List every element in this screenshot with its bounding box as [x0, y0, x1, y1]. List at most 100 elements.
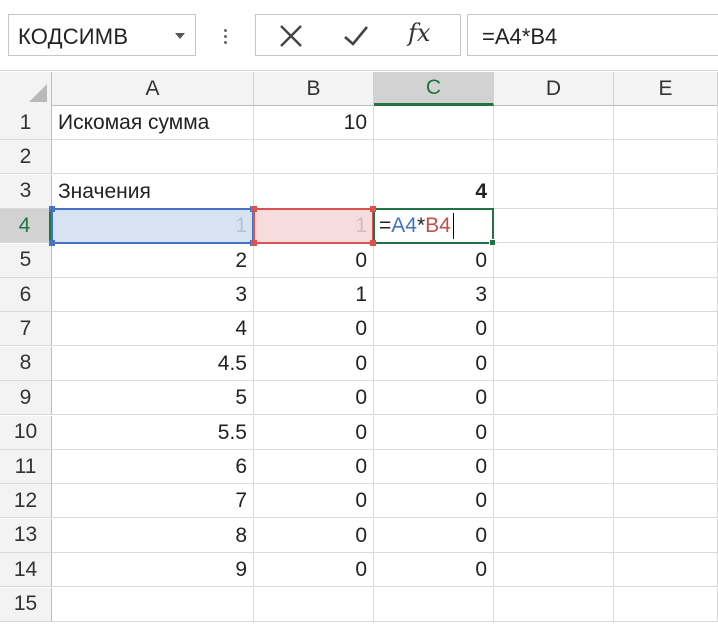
cell-e12[interactable] — [614, 484, 718, 519]
cell-e3[interactable] — [614, 174, 718, 209]
column-header-a[interactable]: A — [52, 72, 254, 106]
resize-handle[interactable] — [49, 239, 55, 246]
cell-a12[interactable]: 7 — [52, 484, 254, 519]
cell-d7[interactable] — [494, 312, 614, 347]
more-options-icon[interactable] — [219, 17, 233, 55]
cell-c11[interactable]: 0 — [374, 450, 494, 484]
cell-e15[interactable] — [614, 587, 718, 622]
cell-d11[interactable] — [494, 450, 614, 484]
cell-d9[interactable] — [494, 381, 614, 416]
row-header-2[interactable]: 2 — [0, 140, 52, 175]
fill-handle[interactable] — [489, 238, 496, 246]
column-header-e[interactable]: E — [614, 72, 718, 106]
row-header-3[interactable]: 3 — [0, 174, 52, 209]
cell-edit-formula[interactable]: =A4*B4 — [379, 214, 451, 238]
cell-c9[interactable]: 0 — [374, 381, 494, 416]
resize-handle[interactable] — [251, 239, 257, 246]
column-header-c[interactable]: C — [374, 72, 494, 106]
row-header-5[interactable]: 5 — [0, 243, 52, 278]
cell-d15[interactable] — [494, 587, 614, 622]
cell-c6[interactable]: 3 — [374, 278, 494, 312]
row-header-6[interactable]: 6 — [0, 278, 52, 312]
cell-b7[interactable]: 0 — [254, 312, 374, 347]
cell-b3[interactable] — [254, 174, 374, 209]
cell-d6[interactable] — [494, 278, 614, 312]
cell-b15[interactable] — [254, 587, 374, 622]
cell-e14[interactable] — [614, 553, 718, 588]
cell-d4[interactable] — [494, 209, 614, 244]
cell-a14[interactable]: 9 — [52, 553, 254, 588]
cell-a8[interactable]: 4.5 — [52, 346, 254, 381]
row-header-9[interactable]: 9 — [0, 381, 52, 416]
cell-e13[interactable] — [614, 518, 718, 553]
name-box[interactable]: КОДСИМВ — [8, 14, 196, 56]
cell-c5[interactable]: 0 — [374, 243, 494, 278]
cell-b11[interactable]: 0 — [254, 450, 374, 484]
cell-c3[interactable]: 4 — [374, 174, 494, 209]
cell-c10[interactable]: 0 — [374, 415, 494, 450]
cell-d10[interactable] — [494, 415, 614, 450]
cell-b4[interactable]: 1 — [254, 209, 374, 244]
cell-d8[interactable] — [494, 346, 614, 381]
cell-b14[interactable]: 0 — [254, 553, 374, 588]
cell-a4[interactable]: 1 — [52, 209, 254, 244]
cell-e7[interactable] — [614, 312, 718, 347]
column-header-b[interactable]: B — [254, 72, 374, 106]
resize-handle[interactable] — [251, 206, 257, 213]
cell-c2[interactable] — [374, 140, 494, 175]
row-header-10[interactable]: 10 — [0, 415, 52, 450]
cell-c14[interactable]: 0 — [374, 553, 494, 588]
row-header-7[interactable]: 7 — [0, 312, 52, 347]
cell-d3[interactable] — [494, 174, 614, 209]
cell-b13[interactable]: 0 — [254, 518, 374, 553]
row-header-4[interactable]: 4 — [0, 209, 52, 244]
enter-button[interactable] — [324, 15, 384, 55]
row-header-14[interactable]: 14 — [0, 553, 52, 588]
cancel-button[interactable] — [260, 15, 320, 55]
cell-a2[interactable] — [52, 140, 254, 175]
cell-a13[interactable]: 8 — [52, 518, 254, 553]
row-header-1[interactable]: 1 — [0, 106, 52, 140]
cell-a5[interactable]: 2 — [52, 243, 254, 278]
select-all-button[interactable] — [0, 72, 52, 106]
cell-c15[interactable] — [374, 587, 494, 622]
cell-d1[interactable] — [494, 106, 614, 140]
cell-b12[interactable]: 0 — [254, 484, 374, 519]
cell-d14[interactable] — [494, 553, 614, 588]
cell-c7[interactable]: 0 — [374, 312, 494, 347]
cell-c13[interactable]: 0 — [374, 518, 494, 553]
chevron-down-icon[interactable] — [175, 33, 185, 39]
cell-b1[interactable]: 10 — [254, 106, 374, 140]
row-header-13[interactable]: 13 — [0, 518, 52, 553]
cell-a6[interactable]: 3 — [52, 278, 254, 312]
cell-e2[interactable] — [614, 140, 718, 175]
cell-c8[interactable]: 0 — [374, 346, 494, 381]
cell-b5[interactable]: 0 — [254, 243, 374, 278]
row-header-12[interactable]: 12 — [0, 484, 52, 519]
cell-a7[interactable]: 4 — [52, 312, 254, 347]
cell-e9[interactable] — [614, 381, 718, 416]
cell-b6[interactable]: 1 — [254, 278, 374, 312]
row-header-8[interactable]: 8 — [0, 346, 52, 381]
cell-e4[interactable] — [614, 209, 718, 244]
cell-d5[interactable] — [494, 243, 614, 278]
cell-e10[interactable] — [614, 415, 718, 450]
cell-a10[interactable]: 5.5 — [52, 415, 254, 450]
cell-b9[interactable]: 0 — [254, 381, 374, 416]
resize-handle[interactable] — [370, 206, 376, 213]
cell-d12[interactable] — [494, 484, 614, 519]
resize-handle[interactable] — [370, 239, 376, 246]
cell-a11[interactable]: 6 — [52, 450, 254, 484]
cell-d2[interactable] — [494, 140, 614, 175]
cell-e6[interactable] — [614, 278, 718, 312]
cell-e11[interactable] — [614, 450, 718, 484]
insert-function-button[interactable]: fx — [408, 19, 430, 47]
cell-e8[interactable] — [614, 346, 718, 381]
cell-a9[interactable]: 5 — [52, 381, 254, 416]
cell-e5[interactable] — [614, 243, 718, 278]
resize-handle[interactable] — [49, 206, 55, 213]
formula-input[interactable]: =A4*B4 — [467, 14, 718, 56]
cell-c12[interactable]: 0 — [374, 484, 494, 519]
cell-b10[interactable]: 0 — [254, 415, 374, 450]
cell-e1[interactable] — [614, 106, 718, 140]
